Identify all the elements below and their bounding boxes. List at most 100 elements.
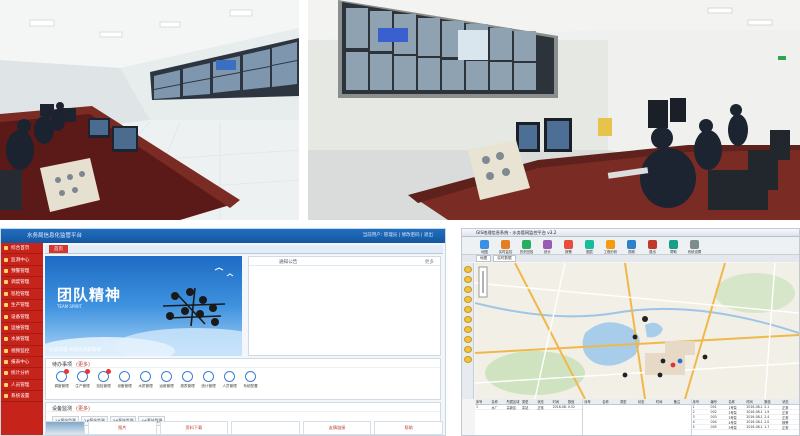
- layer-toggle-icon[interactable]: [464, 326, 472, 333]
- toolbar-icon: [606, 240, 615, 249]
- sidebar-item[interactable]: 监测中心: [1, 254, 43, 266]
- shortcut-label: 人员管理: [222, 384, 237, 388]
- portal-bottom-strip: 图片 资料下载 友情链接 帮助: [45, 421, 443, 435]
- business-shortcut[interactable]: 水质管理: [136, 371, 155, 389]
- toolbar-button[interactable]: 统计: [539, 240, 556, 254]
- toolbar-button[interactable]: 地图: [476, 240, 493, 254]
- grid-cell: 2016-08-13: [552, 405, 567, 409]
- notice-more-link[interactable]: 更多: [425, 259, 434, 265]
- toolbar-button[interactable]: 图层: [581, 240, 598, 254]
- grid-header-cell[interactable]: 状态: [781, 399, 799, 404]
- sidebar-item[interactable]: 视频监控: [1, 346, 43, 357]
- business-shortcut[interactable]: 人员管理: [220, 371, 239, 389]
- layer-toggle-icon[interactable]: [464, 286, 472, 293]
- grid-header-cell[interactable]: 类型: [521, 399, 536, 404]
- business-shortcut[interactable]: 巡检管理: [94, 369, 113, 389]
- grid-header-cell[interactable]: 编号: [710, 399, 728, 404]
- gis-map[interactable]: [475, 263, 799, 399]
- portal-user-links[interactable]: 当前用户: 管理员 | 修改密码 | 退出: [363, 232, 433, 238]
- menu-bullet-icon: [4, 394, 8, 399]
- business-shortcut[interactable]: 统计管理: [199, 371, 218, 389]
- grid-header-cell[interactable]: 序号: [583, 399, 601, 404]
- grid-header-cell[interactable]: 时间: [655, 399, 673, 404]
- toolbar-label: 退出: [649, 250, 656, 254]
- strip-link[interactable]: 友情链接: [302, 421, 372, 435]
- grid-cell: 2.4: [764, 415, 770, 419]
- sidebar-item[interactable]: 报表中心: [1, 357, 43, 369]
- toolbar-button[interactable]: 历史回放: [518, 240, 535, 254]
- menu-bullet-icon: [4, 382, 8, 387]
- grid-header-cell[interactable]: 时间: [552, 399, 567, 404]
- sidebar-item[interactable]: 设备管理: [1, 311, 43, 323]
- grid-header-cell[interactable]: 时间: [745, 399, 763, 404]
- toolbar-button[interactable]: 系统设置: [686, 240, 703, 254]
- strip-link[interactable]: [231, 421, 300, 435]
- grid-header-cell[interactable]: 名称: [727, 399, 745, 404]
- strip-thumbnail-image: [45, 421, 85, 435]
- grid-header-cell[interactable]: 序号: [692, 399, 710, 404]
- sidebar-item[interactable]: 综合首页: [1, 243, 43, 255]
- business-shortcut[interactable]: 调度管理: [52, 369, 71, 389]
- sidebar-item[interactable]: 水质管理: [1, 334, 43, 346]
- gis-tab[interactable]: 地图: [476, 255, 492, 262]
- sidebar-item-label: 水质管理: [11, 337, 30, 343]
- module-icon: [161, 371, 172, 382]
- layer-toggle-icon[interactable]: [464, 266, 472, 273]
- sidebar-item[interactable]: 巡检管理: [1, 289, 43, 300]
- sidebar-item[interactable]: 调度管理: [1, 277, 43, 289]
- layer-toggle-icon[interactable]: [464, 356, 472, 363]
- strip-link[interactable]: 资料下载: [159, 421, 229, 435]
- grid-header-cell[interactable]: 数值: [763, 399, 781, 404]
- toolbar-button[interactable]: 实时监控: [497, 240, 514, 254]
- sidebar-item-label: 巡检管理: [11, 291, 30, 297]
- layer-toggle-icon[interactable]: [464, 306, 472, 313]
- gis-tab[interactable]: 实时数据: [493, 255, 516, 262]
- business-shortcut[interactable]: 运维管理: [157, 371, 176, 389]
- sidebar-item[interactable]: 系统设置: [1, 391, 43, 403]
- shortcut-label: 系统配置: [243, 384, 258, 388]
- grid-header-cell[interactable]: 序号: [475, 399, 490, 404]
- layer-toggle-icon[interactable]: [464, 296, 472, 303]
- sidebar-item[interactable]: 生产管理: [1, 300, 43, 312]
- tab-home[interactable]: 首页: [49, 245, 68, 253]
- grid-header-cell[interactable]: 备注: [673, 399, 691, 404]
- gis-map-canvas[interactable]: [475, 263, 799, 399]
- toolbar-button[interactable]: 工程分析: [602, 240, 619, 254]
- monitor-more-link[interactable]: (更多): [76, 405, 90, 412]
- grid-row[interactable]: 1 水厂 高新区泵站 正常 2016-08-130.52: [475, 405, 583, 410]
- sidebar-item[interactable]: 人员管理: [1, 380, 43, 392]
- notice-header: 通知公告 更多: [249, 257, 440, 266]
- layer-toggle-icon[interactable]: [464, 346, 472, 353]
- toolbar-button[interactable]: 帮助: [665, 240, 682, 254]
- shortcut-label: 水质管理: [138, 384, 153, 388]
- toolbar-button[interactable]: 退出: [644, 240, 661, 254]
- business-shortcut[interactable]: 生产管理: [73, 369, 92, 389]
- grid-header-cell[interactable]: 名称: [601, 399, 619, 404]
- business-more-link[interactable]: (更多): [76, 361, 90, 368]
- grid-header-cell[interactable]: 名称: [490, 399, 505, 404]
- grid-header-cell[interactable]: 状态: [637, 399, 655, 404]
- grid-header-cell[interactable]: 所属区域: [506, 399, 521, 404]
- portal-banner: 团队精神 TEAM SPIRIT 众志成城·共创水务新篇章: [45, 256, 242, 356]
- business-shortcut[interactable]: 设备管理: [115, 371, 134, 389]
- grid-header-cell[interactable]: 类型: [619, 399, 637, 404]
- grid-header-cell[interactable]: 数值: [567, 399, 582, 404]
- business-header: 待办事项 (更多): [46, 359, 440, 368]
- sidebar-item[interactable]: 预警管理: [1, 266, 43, 278]
- layer-toggle-icon[interactable]: [464, 336, 472, 343]
- module-icon: [77, 369, 90, 382]
- grid-header-cell[interactable]: 状态: [536, 399, 551, 404]
- business-shortcut[interactable]: 系统配置: [241, 371, 260, 389]
- strip-link[interactable]: 帮助: [374, 421, 443, 435]
- sidebar-item[interactable]: 运维管理: [1, 323, 43, 335]
- layer-toggle-icon[interactable]: [464, 316, 472, 323]
- gis-tabs: 地图 实时数据: [462, 255, 799, 262]
- toolbar-button[interactable]: 报警: [560, 240, 577, 254]
- sidebar-item[interactable]: 统计分析: [1, 368, 43, 380]
- toolbar-button[interactable]: 视频: [623, 240, 640, 254]
- business-shortcut[interactable]: 报表管理: [178, 371, 197, 389]
- toolbar-icon: [501, 240, 510, 249]
- grid-row[interactable]: 5 005 5号泵 2016-08-13 1.7 正常: [691, 425, 799, 430]
- layer-toggle-icon[interactable]: [464, 276, 472, 283]
- strip-link[interactable]: 图片: [88, 421, 157, 435]
